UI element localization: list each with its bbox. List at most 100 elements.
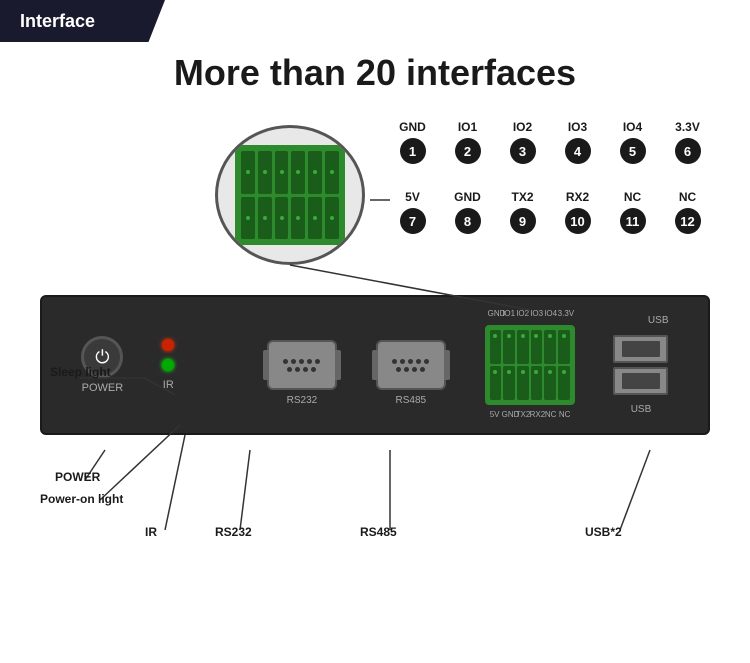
rs232-section: RS232 bbox=[267, 340, 337, 390]
label-col-3v3: 3.3V 6 bbox=[660, 120, 715, 164]
label-5v-text: 5V bbox=[405, 190, 420, 204]
rs485-connector: RS485 bbox=[376, 340, 446, 390]
label-rx2-text: RX2 bbox=[566, 190, 589, 204]
label-io4-text: IO4 bbox=[623, 120, 642, 134]
label-col-tx2: TX2 9 bbox=[495, 190, 550, 234]
label-grid-row1: GND 1 IO1 2 IO2 3 IO3 4 IO4 5 3.3V 6 bbox=[385, 120, 715, 164]
io-pin-labels-bottom: 5VGNDTX2RX2NCNC bbox=[488, 410, 572, 419]
pin-11 bbox=[308, 197, 322, 240]
label-gnd-text: GND bbox=[399, 120, 426, 134]
db9-pin bbox=[299, 359, 304, 364]
label-col-5v: 5V 7 bbox=[385, 190, 440, 234]
db9-pin bbox=[420, 367, 425, 372]
device-box: ⏻ POWER IR bbox=[40, 295, 710, 435]
io-pin-labels-top: GNDIO1IO2IO3IO43.3V bbox=[488, 309, 572, 318]
pin-5 bbox=[308, 151, 322, 194]
rs485-pins-row1 bbox=[392, 359, 429, 364]
db9-pin bbox=[412, 367, 417, 372]
label-gnd2-num: 8 bbox=[455, 208, 481, 234]
rs232-device-label: RS232 bbox=[287, 395, 318, 406]
terminal-pin bbox=[517, 330, 529, 364]
db9-pin bbox=[408, 359, 413, 364]
usb-section: USB USB bbox=[613, 335, 668, 395]
label-io2-num: 3 bbox=[510, 138, 536, 164]
label-col-nc2: NC 12 bbox=[660, 190, 715, 234]
tab-label: Interface bbox=[20, 11, 95, 32]
interface-tab: Interface bbox=[0, 0, 165, 42]
db9-pin bbox=[404, 367, 409, 372]
db9-pin bbox=[295, 367, 300, 372]
usb-inner-1 bbox=[622, 341, 660, 357]
pin-8 bbox=[258, 197, 272, 240]
rs485-device-label: RS485 bbox=[396, 395, 427, 406]
label-io2-text: IO2 bbox=[513, 120, 532, 134]
green-connector bbox=[235, 145, 345, 245]
sleep-light-annotation: Sleep light bbox=[50, 365, 111, 379]
label-gnd2-text: GND bbox=[454, 190, 481, 204]
label-gnd-num: 1 bbox=[400, 138, 426, 164]
terminal-pin bbox=[503, 366, 515, 400]
db9-pin bbox=[303, 367, 308, 372]
label-nc1-num: 11 bbox=[620, 208, 646, 234]
pin-9 bbox=[275, 197, 289, 240]
db9-pin bbox=[416, 359, 421, 364]
db9-pin bbox=[307, 359, 312, 364]
io-section: GNDIO1IO2IO3IO43.3V 5VGNDTX2RX2NCNC bbox=[485, 325, 575, 405]
rs485-section: RS485 bbox=[376, 340, 446, 390]
db9-pin bbox=[311, 367, 316, 372]
db9-pin bbox=[287, 367, 292, 372]
label-col-io1: IO1 2 bbox=[440, 120, 495, 164]
pin-7 bbox=[241, 197, 255, 240]
led-red bbox=[162, 339, 174, 351]
pin-2 bbox=[258, 151, 272, 194]
pin-3 bbox=[275, 151, 289, 194]
db9-pin bbox=[283, 359, 288, 364]
label-3v3-text: 3.3V bbox=[675, 120, 700, 134]
label-rx2-num: 10 bbox=[565, 208, 591, 234]
label-col-io3: IO3 4 bbox=[550, 120, 605, 164]
ir-annotation: IR bbox=[145, 525, 157, 539]
ir-label-device: IR bbox=[163, 379, 174, 391]
label-io4-num: 5 bbox=[620, 138, 646, 164]
label-grid-row2: 5V 7 GND 8 TX2 9 RX2 10 NC 11 NC 12 bbox=[385, 190, 715, 234]
label-io3-num: 4 bbox=[565, 138, 591, 164]
label-io3-text: IO3 bbox=[568, 120, 587, 134]
terminal-block bbox=[485, 325, 575, 405]
label-nc2-text: NC bbox=[679, 190, 696, 204]
pin-10 bbox=[291, 197, 305, 240]
label-tx2-num: 9 bbox=[510, 208, 536, 234]
led-green bbox=[162, 359, 174, 371]
terminal-pin bbox=[490, 330, 502, 364]
label-col-io2: IO2 3 bbox=[495, 120, 550, 164]
db9-pin bbox=[424, 359, 429, 364]
usb-bottom-label: USB bbox=[631, 404, 652, 415]
connector-detail bbox=[215, 125, 365, 265]
power-label-device: POWER bbox=[82, 382, 124, 394]
pin-4 bbox=[291, 151, 305, 194]
diagram-area: GND 1 IO1 2 IO2 3 IO3 4 IO4 5 3.3V 6 5V … bbox=[0, 110, 750, 663]
pin-12 bbox=[325, 197, 339, 240]
label-col-nc1: NC 11 bbox=[605, 190, 660, 234]
label-3v3-num: 6 bbox=[675, 138, 701, 164]
db9-pin bbox=[291, 359, 296, 364]
terminal-pin bbox=[544, 330, 556, 364]
rs232-annotation: RS232 bbox=[215, 525, 252, 539]
usb-port-2 bbox=[613, 367, 668, 395]
terminal-pin bbox=[544, 366, 556, 400]
rs232-pins-row2 bbox=[287, 367, 316, 372]
label-nc1-text: NC bbox=[624, 190, 641, 204]
terminal-pin bbox=[531, 330, 543, 364]
terminal-pin bbox=[558, 366, 570, 400]
rs232-connector: RS232 bbox=[267, 340, 337, 390]
label-col-gnd: GND 1 bbox=[385, 120, 440, 164]
db9-pin bbox=[392, 359, 397, 364]
usb-annotation: USB*2 bbox=[585, 525, 622, 539]
power-on-light-annotation: Power-on light bbox=[40, 492, 123, 506]
label-nc2-num: 12 bbox=[675, 208, 701, 234]
label-io1-num: 2 bbox=[455, 138, 481, 164]
terminal-pin bbox=[490, 366, 502, 400]
label-io1-text: IO1 bbox=[458, 120, 477, 134]
label-col-gnd2: GND 8 bbox=[440, 190, 495, 234]
led-group: IR bbox=[162, 339, 174, 391]
rs485-pins-row2 bbox=[396, 367, 425, 372]
